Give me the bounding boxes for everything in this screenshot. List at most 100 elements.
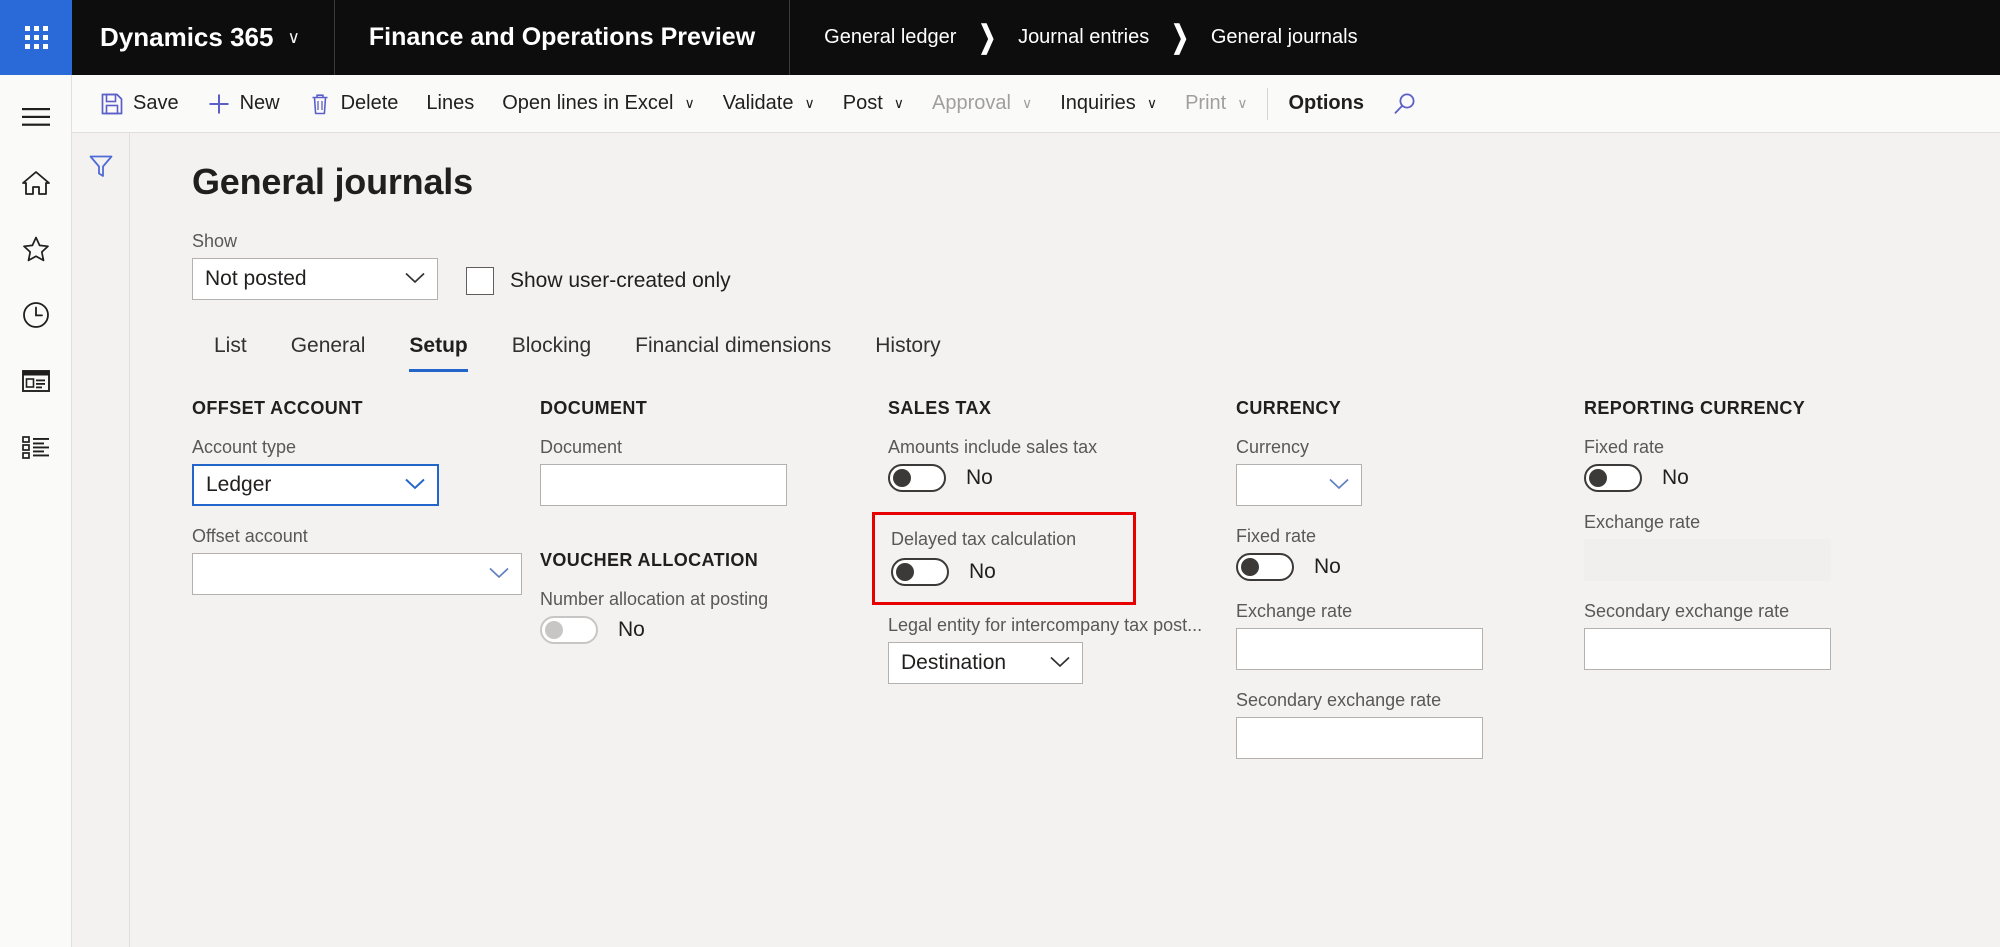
chevron-down-icon: ∨: [893, 95, 905, 111]
amounts-include-sales-tax-toggle[interactable]: [888, 464, 946, 492]
toggle-knob: [545, 621, 563, 639]
offset-account-header: OFFSET ACCOUNT: [192, 398, 363, 418]
tab-general-label: General: [290, 334, 366, 357]
reporting-secondary-exchange-rate-input[interactable]: [1584, 628, 1831, 670]
currency-exchange-rate-input[interactable]: [1236, 628, 1483, 670]
amounts-include-sales-tax-field: Amounts include sales tax No: [888, 437, 1236, 492]
reporting-secondary-exchange-rate-field: Secondary exchange rate: [1584, 601, 1932, 670]
top-navigation-bar: Dynamics 365 ∨ Finance and Operations Pr…: [0, 0, 2000, 75]
show-user-created-only-checkbox[interactable]: [466, 267, 494, 295]
modules-button[interactable]: [12, 427, 60, 467]
tab-history-label: History: [875, 334, 941, 357]
star-icon: [22, 236, 49, 262]
new-button[interactable]: New: [193, 75, 294, 133]
favorites-button[interactable]: [12, 229, 60, 269]
filter-button[interactable]: [84, 149, 118, 183]
breadcrumb-item-journal-entries[interactable]: Journal entries: [1018, 26, 1149, 49]
reporting-fixed-rate-label: Fixed rate: [1584, 437, 1665, 457]
reporting-exchange-rate-input: [1584, 539, 1831, 581]
show-label: Show: [192, 231, 238, 251]
offset-account-label: Offset account: [192, 526, 308, 546]
toggle-knob: [1241, 558, 1259, 576]
reporting-fixed-rate-toggle[interactable]: [1584, 464, 1642, 492]
legal-entity-field: Legal entity for intercompany tax post..…: [888, 615, 1236, 684]
module-title: Finance and Operations Preview: [335, 0, 791, 75]
new-label: New: [239, 92, 280, 114]
inquiries-button[interactable]: Inquiries ∨: [1046, 75, 1171, 133]
search-icon: [1394, 93, 1415, 114]
hamburger-icon: [21, 108, 50, 126]
number-allocation-toggle[interactable]: [540, 616, 598, 644]
document-input[interactable]: [540, 464, 787, 506]
show-select[interactable]: Not posted: [192, 258, 438, 300]
save-button[interactable]: Save: [86, 75, 193, 133]
offset-account-select[interactable]: [192, 553, 522, 595]
breadcrumb-item-general-ledger[interactable]: General ledger: [824, 26, 956, 49]
left-navigation-rail: [0, 75, 72, 947]
delayed-tax-calculation-value: No: [969, 560, 996, 583]
hamburger-menu-button[interactable]: [12, 97, 60, 137]
account-type-field: Account type Ledger: [192, 437, 540, 506]
currency-fixed-rate-toggle-row: No: [1236, 553, 1584, 581]
chevron-down-icon: [1049, 651, 1071, 675]
open-lines-in-excel-button[interactable]: Open lines in Excel ∨: [488, 75, 708, 133]
delayed-tax-calculation-toggle[interactable]: [891, 558, 949, 586]
options-label: Options: [1288, 92, 1364, 114]
tab-financial-dimensions[interactable]: Financial dimensions: [613, 326, 853, 372]
tab-history[interactable]: History: [853, 326, 962, 372]
tab-blocking-label: Blocking: [511, 334, 592, 357]
currency-fixed-rate-value: No: [1314, 555, 1341, 578]
tab-financial-dimensions-label: Financial dimensions: [635, 334, 832, 357]
brand-dynamics-365[interactable]: Dynamics 365 ∨: [72, 0, 335, 75]
validate-button[interactable]: Validate ∨: [709, 75, 829, 133]
currency-field: Currency: [1236, 437, 1584, 506]
number-allocation-value: No: [618, 618, 645, 641]
legal-entity-select[interactable]: Destination: [888, 642, 1083, 684]
tab-list[interactable]: List: [192, 326, 269, 372]
app-launcher-button[interactable]: [0, 0, 72, 75]
save-icon: [101, 93, 123, 114]
toggle-knob: [893, 469, 911, 487]
currency-secondary-exchange-rate-input[interactable]: [1236, 717, 1483, 759]
currency-select[interactable]: [1236, 464, 1362, 506]
filter-funnel-icon: [89, 155, 112, 177]
chevron-down-icon: [404, 473, 426, 497]
delayed-tax-calculation-highlight: Delayed tax calculation No: [872, 512, 1136, 605]
reporting-exchange-rate-field: Exchange rate: [1584, 512, 1932, 581]
legal-entity-label: Legal entity for intercompany tax post..…: [888, 615, 1203, 635]
tab-setup[interactable]: Setup: [387, 326, 489, 372]
show-value: Not posted: [205, 267, 307, 290]
show-field: Show Not posted: [192, 231, 438, 300]
voucher-allocation-header: VOUCHER ALLOCATION: [540, 550, 759, 570]
breadcrumb-item-general-journals[interactable]: General journals: [1211, 26, 1358, 49]
toggle-knob: [1589, 469, 1607, 487]
options-button[interactable]: Options: [1274, 75, 1378, 133]
currency-secondary-exchange-rate-field: Secondary exchange rate: [1236, 690, 1584, 759]
number-allocation-toggle-row: No: [540, 616, 888, 644]
show-filter-row: Show Not posted Show user-created only: [192, 231, 2000, 300]
tab-blocking[interactable]: Blocking: [490, 326, 613, 372]
lines-button[interactable]: Lines: [412, 75, 488, 133]
show-user-created-only-row: Show user-created only: [466, 267, 731, 300]
home-icon: [21, 171, 50, 195]
amounts-include-sales-tax-toggle-row: No: [888, 464, 1236, 492]
clock-icon: [22, 302, 49, 328]
validate-label: Validate: [722, 92, 794, 114]
recent-button[interactable]: [12, 295, 60, 335]
workspaces-button[interactable]: [12, 361, 60, 401]
currency-fixed-rate-toggle[interactable]: [1236, 553, 1294, 581]
post-button[interactable]: Post ∨: [829, 75, 918, 133]
breadcrumb-chevron-icon: ❯: [978, 20, 997, 55]
tab-general[interactable]: General: [269, 326, 388, 372]
reporting-fixed-rate-field: Fixed rate No: [1584, 437, 1932, 492]
plus-icon: [209, 94, 229, 113]
open-lines-in-excel-label: Open lines in Excel: [502, 92, 674, 114]
chevron-down-icon: ∨: [804, 95, 815, 111]
amounts-include-sales-tax-value: No: [966, 466, 993, 489]
delete-button[interactable]: Delete: [294, 75, 413, 133]
search-button[interactable]: [1378, 75, 1432, 133]
section-sales-tax: SALES TAX Amounts include sales tax No D…: [872, 398, 1236, 779]
home-button[interactable]: [12, 163, 60, 203]
account-type-select[interactable]: Ledger: [192, 464, 439, 506]
approval-button: Approval ∨: [918, 75, 1046, 133]
